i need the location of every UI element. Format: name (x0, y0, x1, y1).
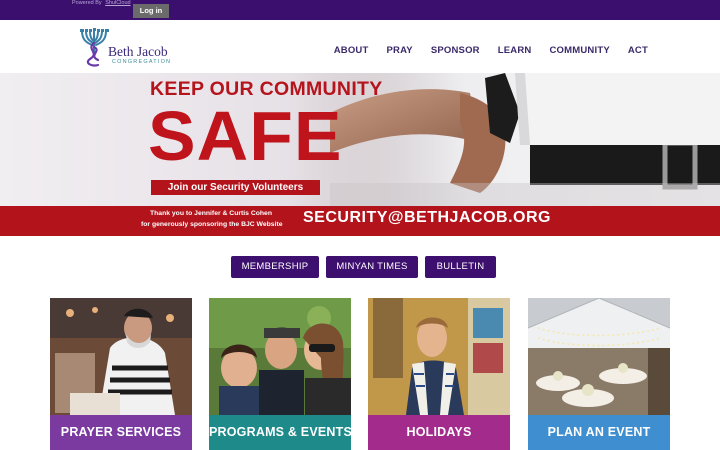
powered-by-label: Powered By (72, 0, 102, 6)
join-security-button[interactable]: Join our Security Volunteers (151, 180, 320, 195)
family-photo (209, 298, 351, 415)
card-label-prayer: PRAYER SERVICES (50, 415, 192, 450)
site-header: Beth Jacob CONGREGATION ABOUT PRAY SPONS… (0, 20, 720, 73)
security-guard-photo (330, 73, 720, 206)
nav-pray[interactable]: PRAY (387, 45, 413, 56)
sponsor-thanks-line-2: for generously sponsoring the BJC Websit… (141, 221, 283, 228)
main-nav: ABOUT PRAY SPONSOR LEARN COMMUNITY ACT (316, 45, 648, 56)
logo-subtitle: CONGREGATION (112, 59, 172, 65)
login-button[interactable]: Log in (133, 4, 169, 18)
event-tent-photo (528, 298, 670, 415)
nav-learn[interactable]: LEARN (498, 45, 532, 56)
nav-sponsor[interactable]: SPONSOR (431, 45, 480, 56)
card-label-plan-event: PLAN AN EVENT (528, 415, 670, 450)
card-plan-event[interactable]: PLAN AN EVENT (528, 298, 670, 450)
holidays-photo (368, 298, 510, 415)
hero-big-word: SAFE (148, 97, 343, 175)
card-label-programs: PROGRAMS & EVENTS (209, 415, 351, 450)
shulcloud-link[interactable]: ShulCloud (105, 0, 130, 6)
nav-community[interactable]: COMMUNITY (549, 45, 609, 56)
prayer-photo (50, 298, 192, 415)
minyan-times-button[interactable]: MINYAN TIMES (326, 256, 418, 278)
card-prayer-services[interactable]: PRAYER SERVICES (50, 298, 192, 450)
logo-name[interactable]: Beth Jacob (108, 44, 168, 60)
security-email-link[interactable]: SECURITY@BETHJACOB.ORG (303, 209, 551, 227)
bulletin-button[interactable]: BULLETIN (425, 256, 496, 278)
hero-banner[interactable]: KEEP OUR COMMUNITY SAFE Join our Securit… (0, 73, 720, 206)
nav-act[interactable]: ACT (628, 45, 648, 56)
card-holidays[interactable]: HOLIDAYS (368, 298, 510, 450)
nav-about[interactable]: ABOUT (334, 45, 369, 56)
sponsor-thanks-line-1: Thank you to Jennifer & Curtis Cohen (150, 210, 272, 217)
admin-topbar: Powered By ShulCloud Log in (0, 0, 720, 20)
membership-button[interactable]: MEMBERSHIP (231, 256, 319, 278)
powered-by-text: Powered By ShulCloud (72, 0, 131, 7)
card-label-holidays: HOLIDAYS (368, 415, 510, 450)
card-programs-events[interactable]: PROGRAMS & EVENTS (209, 298, 351, 450)
